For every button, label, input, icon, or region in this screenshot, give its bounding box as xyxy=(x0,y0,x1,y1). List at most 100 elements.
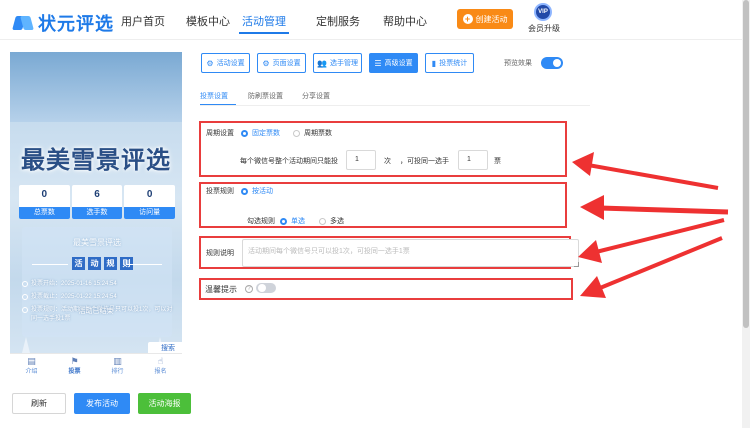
intro-icon: ▤ xyxy=(27,356,36,366)
nav-active-underline xyxy=(239,32,289,34)
help-icon[interactable]: ? xyxy=(245,285,253,293)
tab-intro[interactable]: ▤ 介绍 xyxy=(10,354,53,377)
rule-end-time: 投票截止：2025-01-22 15:24:54 xyxy=(22,293,172,302)
same-contestant-votes-input[interactable]: 1 xyxy=(458,150,488,170)
textarea-resize-handle[interactable] xyxy=(574,262,579,267)
tab-signup[interactable]: ☝ 报名 xyxy=(139,354,182,377)
top-header: 状元评选 用户首页 模板中心 活动管理 定制服务 帮助中心 + 创建活动 VIP… xyxy=(0,0,750,40)
preview-title: 最美雪景评选 xyxy=(21,147,171,174)
refresh-button[interactable]: 刷新 xyxy=(12,393,66,414)
users-icon: 👥 xyxy=(317,58,327,68)
phone-tabbar: ▤ 介绍 ⚑ 投票 ▥ 排行 ☝ 报名 xyxy=(10,353,182,377)
arrow-to-rule-description xyxy=(578,218,725,263)
clock-icon xyxy=(22,294,28,300)
radio-by-activity[interactable]: 按活动 xyxy=(241,186,273,196)
tool-label: 活动设置 xyxy=(216,60,245,67)
rule-start-time: 投票开始：2025-01-16 15:24:54 xyxy=(22,280,172,289)
warm-tip-label: 温馨提示 xyxy=(205,285,237,294)
nav-help-center[interactable]: 帮助中心 xyxy=(383,13,427,29)
rule-heading-char: 动 xyxy=(88,257,101,270)
arrow-to-warm-tip xyxy=(580,236,723,298)
nav-custom-service[interactable]: 定制服务 xyxy=(316,13,360,29)
radio-multi-select[interactable]: 多选 xyxy=(319,216,344,226)
logo-icon xyxy=(12,14,34,32)
radio-circle xyxy=(293,129,300,137)
activity-poster-button[interactable]: 活动海报 xyxy=(138,393,191,414)
vip-badge-icon: VIP xyxy=(534,3,552,21)
page-scrollbar[interactable] xyxy=(742,0,750,428)
page-settings-button[interactable]: ⚙ 页面设置 xyxy=(257,53,306,73)
stat-contestants: 6 选手数 xyxy=(71,185,123,219)
rule-description-textarea[interactable]: 活动期间每个微信号只可以投1次，可投同一选手1票 xyxy=(242,239,579,267)
vote-statistics-button[interactable]: ▮ 投票统计 xyxy=(425,53,474,73)
clock-icon xyxy=(22,281,28,287)
nav-activity-management[interactable]: 活动管理 xyxy=(242,13,286,29)
tab-share-settings[interactable]: 分享设置 xyxy=(302,91,330,101)
activity-settings-button[interactable]: ⚙ 活动设置 xyxy=(201,53,250,73)
stat-label: 访问量 xyxy=(124,207,176,219)
logo-text: 状元评选 xyxy=(38,14,114,34)
stat-label: 总票数 xyxy=(19,207,70,219)
rule-description-label: 规则说明 xyxy=(206,250,234,257)
vip-upgrade[interactable]: VIP 会员升级 xyxy=(528,3,560,34)
radio-single-select[interactable]: 单选 xyxy=(280,216,305,226)
tab-vote[interactable]: ⚑ 投票 xyxy=(53,354,96,377)
flag-icon: ⚑ xyxy=(70,356,79,366)
rule-heading-char: 规 xyxy=(104,257,117,270)
publish-activity-button[interactable]: 发布活动 xyxy=(74,393,130,414)
tab-anti-fraud-settings[interactable]: 防刷票设置 xyxy=(248,91,283,101)
rule-heading-char: 活 xyxy=(72,257,85,270)
vote-limit-unit: 次 xyxy=(384,158,391,165)
radio-label: 按活动 xyxy=(252,188,273,195)
tab-ranking[interactable]: ▥ 排行 xyxy=(96,354,139,377)
stat-value: 0 xyxy=(146,189,153,200)
tab-label: 排行 xyxy=(111,369,124,375)
logo[interactable]: 状元评选 xyxy=(12,10,114,36)
create-activity-label: 创建活动 xyxy=(475,14,508,24)
vote-limit-prefix: 每个微信号整个活动期间只能投 xyxy=(240,158,338,165)
plus-icon: + xyxy=(462,14,473,24)
arrow-to-vote-rule xyxy=(580,195,729,220)
arrow-to-cycle-settings xyxy=(572,152,719,190)
highlight-warm-tip xyxy=(199,278,573,300)
tool-label: 投票统计 xyxy=(439,60,468,67)
radio-label: 固定票数 xyxy=(252,130,280,137)
stat-total-votes: 0 总票数 xyxy=(19,185,70,219)
radio-circle xyxy=(241,187,248,195)
warm-tip-toggle[interactable] xyxy=(256,283,276,293)
radio-fixed-votes[interactable]: 固定票数 xyxy=(241,128,280,138)
same-contestant-label: ，可投同一选手 xyxy=(400,158,449,165)
vote-limit-input[interactable]: 1 xyxy=(346,150,376,170)
gear-icon: ⚙ xyxy=(206,58,214,68)
bar-chart-icon: ▥ xyxy=(113,356,122,366)
stat-label: 选手数 xyxy=(71,207,123,219)
selection-rule-label: 勾选规则 xyxy=(247,218,275,225)
radio-periodic-votes[interactable]: 周期票数 xyxy=(293,128,332,138)
toggle-knob xyxy=(553,59,561,67)
vote-rule-label: 投票规则 xyxy=(206,188,234,195)
stat-visits: 0 访问量 xyxy=(124,185,176,219)
nav-template-center[interactable]: 模板中心 xyxy=(186,13,230,29)
advanced-settings-button[interactable]: ☰ 高级设置 xyxy=(369,53,418,73)
tab-label: 投票 xyxy=(68,369,81,375)
radio-circle xyxy=(280,217,287,225)
nav-user-home[interactable]: 用户首页 xyxy=(121,13,165,29)
event-ended-text: 活动已结束 xyxy=(78,308,114,315)
scrollbar-thumb[interactable] xyxy=(743,0,749,328)
tool-label: 高级设置 xyxy=(384,60,413,67)
radio-circle xyxy=(241,129,248,137)
subtab-divider xyxy=(200,105,590,106)
radio-label: 多选 xyxy=(330,218,344,225)
rule-text: 投票截止：2025-01-22 15:24:54 xyxy=(31,294,117,300)
create-activity-button[interactable]: + 创建活动 xyxy=(457,9,513,29)
contestant-management-button[interactable]: 👥 选手管理 xyxy=(313,53,362,73)
hand-pointer-icon: ☝ xyxy=(157,356,164,366)
tab-vote-settings[interactable]: 投票设置 xyxy=(200,91,228,101)
preview-effect-toggle[interactable] xyxy=(541,57,563,69)
radio-label: 单选 xyxy=(291,218,305,225)
divider xyxy=(126,264,162,265)
gear-icon: ⚙ xyxy=(262,58,270,68)
snow-sky-background xyxy=(10,52,182,122)
cycle-settings-label: 周期设置 xyxy=(206,130,234,137)
vip-upgrade-label: 会员升级 xyxy=(528,24,560,33)
